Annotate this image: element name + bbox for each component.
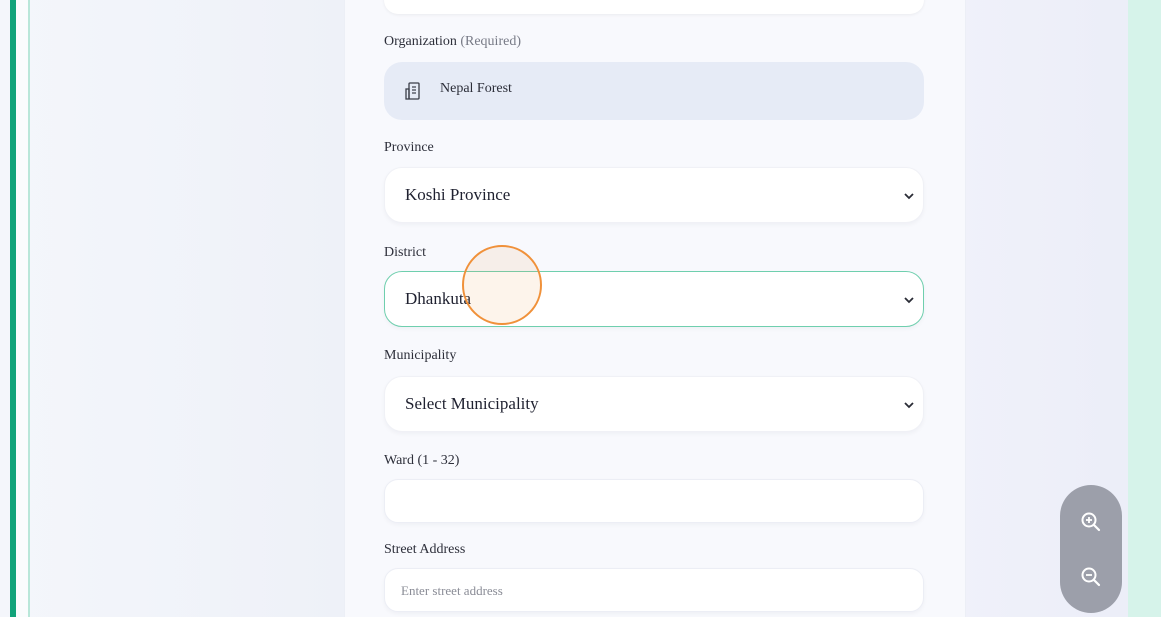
building-icon <box>405 82 420 100</box>
chevron-down-icon <box>904 402 914 409</box>
left-gutter <box>16 0 28 617</box>
ward-input[interactable] <box>384 479 924 523</box>
zoom-controls <box>1060 485 1122 613</box>
ward-label: Ward (1 - 32) <box>384 453 460 468</box>
organization-label: Organization (Required) <box>384 34 521 49</box>
chevron-down-icon <box>904 297 914 304</box>
street-address-placeholder: Enter street address <box>401 583 503 598</box>
chevron-down-icon <box>904 193 914 200</box>
municipality-value: Select Municipality <box>405 394 539 413</box>
required-note: (Required) <box>460 34 521 49</box>
province-label: Province <box>384 140 434 155</box>
right-side-panel <box>1128 0 1161 617</box>
zoom-out-icon[interactable] <box>1079 565 1103 589</box>
click-indicator <box>462 245 542 325</box>
previous-field[interactable] <box>384 0 924 14</box>
left-divider <box>28 0 30 617</box>
district-label: District <box>384 245 426 260</box>
organization-field[interactable]: Nepal Forest <box>384 62 924 120</box>
province-select[interactable]: Koshi Province <box>384 167 924 223</box>
street-address-label: Street Address <box>384 542 466 557</box>
municipality-label: Municipality <box>384 348 457 363</box>
province-value: Koshi Province <box>405 185 511 204</box>
zoom-in-icon[interactable] <box>1079 510 1103 534</box>
organization-value: Nepal Forest <box>440 81 512 96</box>
street-address-input[interactable]: Enter street address <box>384 568 924 612</box>
municipality-select[interactable]: Select Municipality <box>384 376 924 432</box>
district-value: Dhankuta <box>405 289 472 308</box>
